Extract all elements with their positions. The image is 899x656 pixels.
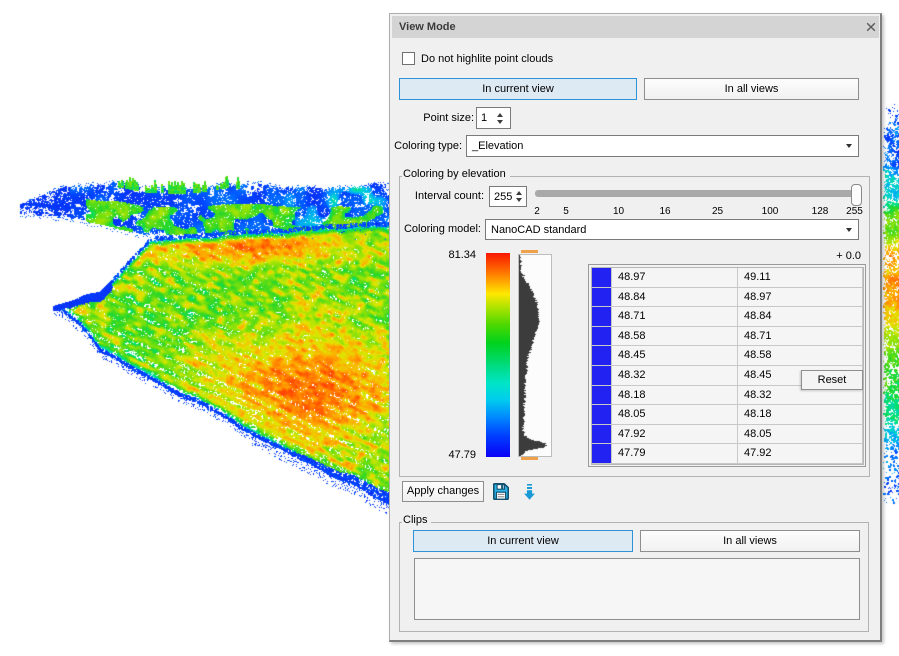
table-row[interactable]: 47.7947.92 <box>592 444 863 464</box>
table-row[interactable]: 48.8448.97 <box>592 288 863 308</box>
coloring-model-value: NanoCAD standard <box>491 220 586 239</box>
range-handle-top[interactable] <box>521 250 538 253</box>
interval-from-cell[interactable]: 48.58 <box>612 327 738 346</box>
interval-from-cell[interactable]: 48.32 <box>612 366 738 385</box>
interval-to-cell[interactable]: 48.18 <box>738 405 863 424</box>
clips-group-title: Clips <box>402 514 431 527</box>
row-color-swatch[interactable] <box>592 386 612 405</box>
clips-list[interactable] <box>414 558 860 620</box>
point-size-label: Point size: <box>390 107 474 129</box>
interval-from-cell[interactable]: 48.97 <box>612 268 738 287</box>
slider-tick-label: 2 <box>534 206 540 217</box>
spin-down-icon[interactable] <box>497 120 503 124</box>
interval-from-cell[interactable]: 48.18 <box>612 386 738 405</box>
coloring-model-combo[interactable]: NanoCAD standard <box>485 219 859 240</box>
row-color-swatch[interactable] <box>592 327 612 346</box>
reset-button[interactable]: Reset <box>801 370 863 390</box>
coloring-type-value: _Elevation <box>472 136 523 156</box>
combo-arrow-icon[interactable] <box>846 144 852 148</box>
spin-down-icon[interactable] <box>516 198 522 202</box>
scale-offset-label: + 0.0 <box>781 250 861 263</box>
combo-arrow-icon[interactable] <box>846 228 852 232</box>
interval-from-cell[interactable]: 48.05 <box>612 405 738 424</box>
close-icon[interactable] <box>863 19 879 35</box>
table-row[interactable]: 48.0548.18 <box>592 405 863 425</box>
interval-from-cell[interactable]: 47.79 <box>612 444 738 463</box>
slider-tick-label: 16 <box>659 206 670 217</box>
coloring-type-combo[interactable]: _Elevation <box>466 135 859 157</box>
slider-tick-label: 255 <box>846 206 863 217</box>
histogram-panel <box>518 254 552 457</box>
row-color-swatch[interactable] <box>592 425 612 444</box>
coloring-type-label: Coloring type: <box>390 135 462 157</box>
row-color-swatch[interactable] <box>592 346 612 365</box>
interval-table: 48.9749.1148.8448.9748.7148.8448.5848.71… <box>588 264 866 467</box>
slider-tick-label: 25 <box>712 206 723 217</box>
elevation-group-title: Coloring by elevation <box>402 168 510 181</box>
interval-slider-track[interactable] <box>535 190 861 197</box>
row-color-swatch[interactable] <box>592 307 612 326</box>
interval-from-cell[interactable]: 48.84 <box>612 288 738 307</box>
interval-to-cell[interactable]: 48.84 <box>738 307 863 326</box>
interval-to-cell[interactable]: 48.58 <box>738 346 863 365</box>
clips-in-all-views-button[interactable]: In all views <box>640 530 860 552</box>
slider-tick-label: 100 <box>762 206 779 217</box>
spin-up-icon[interactable] <box>516 191 522 195</box>
coloring-model-label: Coloring model: <box>390 219 481 240</box>
interval-to-cell[interactable]: 48.71 <box>738 327 863 346</box>
slider-tick-label: 5 <box>563 206 569 217</box>
clips-in-current-view-button[interactable]: In current view <box>413 530 633 552</box>
interval-count-value: 255 <box>494 187 512 206</box>
interval-from-cell[interactable]: 48.71 <box>612 307 738 326</box>
row-color-swatch[interactable] <box>592 268 612 287</box>
table-row[interactable]: 48.5848.71 <box>592 327 863 347</box>
table-row[interactable]: 47.9248.05 <box>592 425 863 445</box>
interval-to-cell[interactable]: 48.97 <box>738 288 863 307</box>
apply-changes-button[interactable]: Apply changes <box>402 481 484 502</box>
highlight-checkbox[interactable] <box>402 52 415 65</box>
table-row[interactable]: 48.9749.11 <box>592 268 863 288</box>
dialog-title: View Mode <box>399 16 456 38</box>
elevation-color-gradient[interactable] <box>486 253 510 457</box>
interval-to-cell[interactable]: 49.11 <box>738 268 863 287</box>
interval-to-cell[interactable]: 48.05 <box>738 425 863 444</box>
in-current-view-button[interactable]: In current view <box>399 78 637 100</box>
histogram-canvas <box>519 255 551 456</box>
dialog-titlebar[interactable]: View Mode <box>392 16 879 38</box>
scale-max-label: 81.34 <box>396 249 476 262</box>
interval-to-cell[interactable]: 47.92 <box>738 444 863 463</box>
interval-count-label: Interval count: <box>390 186 484 207</box>
point-size-spinner[interactable]: 1 <box>476 107 511 129</box>
slider-tick-label: 10 <box>613 206 624 217</box>
row-color-swatch[interactable] <box>592 444 612 463</box>
row-color-swatch[interactable] <box>592 288 612 307</box>
table-row[interactable]: 48.7148.84 <box>592 307 863 327</box>
in-all-views-button[interactable]: In all views <box>644 78 859 100</box>
spin-up-icon[interactable] <box>497 113 503 117</box>
download-arrow-icon[interactable] <box>524 484 535 500</box>
point-size-value: 1 <box>481 108 487 128</box>
save-icon[interactable] <box>493 483 509 500</box>
view-mode-dialog: View Mode Do not highlite point clouds I… <box>389 13 882 642</box>
scale-min-label: 47.79 <box>396 449 476 462</box>
interval-count-spinner[interactable]: 255 <box>489 186 527 207</box>
range-handle-bottom[interactable] <box>521 457 538 460</box>
interval-from-cell[interactable]: 48.45 <box>612 346 738 365</box>
interval-from-cell[interactable]: 47.92 <box>612 425 738 444</box>
interval-table-rows: 48.9749.1148.8448.9748.7148.8448.5848.71… <box>591 267 864 465</box>
row-color-swatch[interactable] <box>592 366 612 385</box>
row-color-swatch[interactable] <box>592 405 612 424</box>
interval-slider-thumb[interactable] <box>851 184 862 206</box>
table-row[interactable]: 48.4548.58 <box>592 346 863 366</box>
highlight-checkbox-label: Do not highlite point clouds <box>421 52 553 66</box>
slider-tick-label: 128 <box>812 206 829 217</box>
